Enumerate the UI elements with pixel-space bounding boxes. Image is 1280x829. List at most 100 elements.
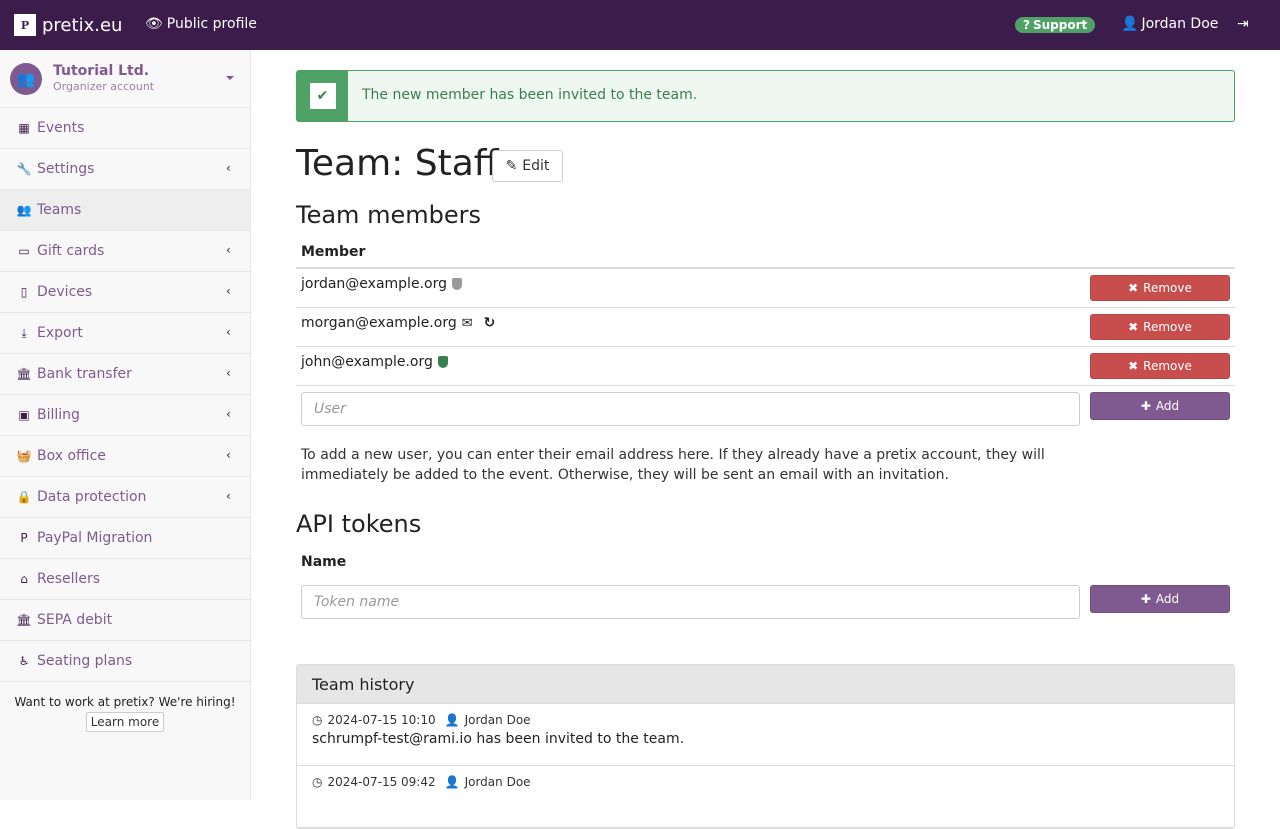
sidebar-item-export[interactable]: ⤓ Export ‹ xyxy=(0,313,250,354)
add-label: Add xyxy=(1155,592,1180,606)
times-icon: ✖ xyxy=(1128,320,1139,334)
history-user: Jordan Doe xyxy=(464,775,531,789)
sidebar-item-label: PayPal Migration xyxy=(37,530,153,546)
times-icon: ✖ xyxy=(1128,359,1139,373)
sidebar-item-resellers[interactable]: ⌂ Resellers xyxy=(0,559,250,600)
history-time: 2024-07-15 09:42 xyxy=(327,775,436,789)
member-row: jordan@example.org ✖ Remove xyxy=(296,269,1235,308)
sidebar-item-bank-transfer[interactable]: 🏛 Bank transfer ‹ xyxy=(0,354,250,395)
brand-link[interactable]: P pretix.eu xyxy=(14,14,122,36)
history-user: Jordan Doe xyxy=(464,713,531,727)
chevron-left-icon: ‹ xyxy=(226,407,231,421)
sidebar-item-sepa-debit[interactable]: 🏛 SEPA debit xyxy=(0,600,250,641)
public-profile-link[interactable]: 👁 Public profile xyxy=(145,16,257,32)
sidebar-item-events[interactable]: ▦ Events xyxy=(0,108,250,149)
history-entry: ◷ 2024-07-15 10:10 👤 Jordan Doe schrumpf-tes… xyxy=(297,704,1234,766)
member-email: john@example.org xyxy=(301,354,433,370)
sidebar-item-label: Bank transfer xyxy=(37,366,132,382)
sidebar-item-gift-cards[interactable]: ▭ Gift cards ‹ xyxy=(0,231,250,272)
bank-icon: 🏛 xyxy=(16,367,32,381)
history-list: ◷ 2024-07-15 10:10 👤 Jordan Doe schrumpf-tes… xyxy=(297,704,1234,828)
history-time: 2024-07-15 10:10 xyxy=(327,713,436,727)
check-icon: ✔ xyxy=(309,83,336,109)
times-icon: ✖ xyxy=(1128,281,1139,295)
clock-icon: ◷ xyxy=(312,775,323,789)
sidebar-item-box-office[interactable]: 🧺 Box office ‹ xyxy=(0,436,250,477)
organizer-name: Tutorial Ltd. xyxy=(53,63,150,79)
paypal-icon: P xyxy=(20,531,28,545)
bank-icon: 🏛 xyxy=(16,613,32,627)
team-members-heading: Team members xyxy=(296,201,481,229)
sidebar-item-paypal-migration[interactable]: P PayPal Migration xyxy=(0,518,250,559)
clock-icon: ◷ xyxy=(312,713,323,727)
member-email: morgan@example.org xyxy=(301,315,457,331)
history-text: schrumpf-test@rami.io has been invited t… xyxy=(312,731,685,747)
support-label: Support xyxy=(1032,18,1088,32)
sidebar-item-teams[interactable]: 👥 Teams xyxy=(0,190,250,231)
plus-icon: ✚ xyxy=(1140,592,1151,606)
user-input[interactable] xyxy=(301,392,1080,426)
resend-invite-icon[interactable]: ↻ xyxy=(484,315,496,331)
sidebar-item-data-protection[interactable]: 🔒 Data protection ‹ xyxy=(0,477,250,518)
sidebar-item-label: Export xyxy=(37,325,83,341)
chevron-left-icon: ‹ xyxy=(226,161,231,175)
top-navbar: P pretix.eu 👁 Public profile ? Support 👤… xyxy=(0,0,1280,50)
token-name-input[interactable] xyxy=(301,585,1080,619)
add-label: Add xyxy=(1155,399,1180,413)
chevron-left-icon: ‹ xyxy=(226,366,231,380)
remove-member-button[interactable]: ✖ Remove xyxy=(1090,275,1230,301)
remove-member-button[interactable]: ✖ Remove xyxy=(1090,314,1230,340)
edit-icon: ✎ xyxy=(505,158,518,174)
remove-label: Remove xyxy=(1143,320,1192,334)
sidebar-item-label: Seating plans xyxy=(37,653,133,669)
shield-icon xyxy=(451,278,462,290)
sidebar-item-label: Settings xyxy=(37,161,95,177)
remove-label: Remove xyxy=(1143,281,1192,295)
chevron-left-icon: ‹ xyxy=(226,284,231,298)
sidebar-item-seating-plans[interactable]: ♿ Seating plans xyxy=(0,641,250,682)
sidebar-item-label: Billing xyxy=(37,407,80,423)
users-icon: 👥 xyxy=(16,203,32,217)
sidebar-item-label: Data protection xyxy=(37,489,147,505)
member-email-cell: john@example.org xyxy=(301,354,448,370)
user-name: Jordan Doe xyxy=(1141,16,1219,32)
organizer-switcher[interactable]: 👥 Tutorial Ltd. Organizer account xyxy=(0,50,250,108)
sidebar-item-devices[interactable]: ▯ Devices ‹ xyxy=(0,272,250,313)
sidebar-item-billing[interactable]: ▣ Billing ‹ xyxy=(0,395,250,436)
chevron-left-icon: ‹ xyxy=(226,325,231,339)
history-meta: ◷ 2024-07-15 10:10 👤 Jordan Doe xyxy=(312,713,1219,727)
sidebar-item-settings[interactable]: 🔧 Settings ‹ xyxy=(0,149,250,190)
add-token-button[interactable]: ✚ Add xyxy=(1090,585,1230,613)
money-icon: ▣ xyxy=(18,408,30,422)
envelope-icon: ✉ xyxy=(461,315,473,331)
main-content: ✔ The new member has been invited to the… xyxy=(296,70,1235,829)
add-user-help-text: To add a new user, you can enter their e… xyxy=(301,447,1045,483)
learn-more-button[interactable]: Learn more xyxy=(85,712,165,732)
pretix-logo-icon: P xyxy=(14,14,36,36)
chevron-left-icon: ‹ xyxy=(226,243,231,257)
edit-team-button[interactable]: ✎ Edit xyxy=(492,150,563,182)
team-history-panel: Team history ◷ 2024-07-15 10:10 👤 Jordan Do… xyxy=(296,664,1235,829)
brand-name: pretix.eu xyxy=(42,14,123,36)
lock-icon: 🔒 xyxy=(16,490,32,504)
sidebar-item-label: Events xyxy=(37,120,85,136)
user-menu-link[interactable]: 👤 Jordan Doe xyxy=(1121,16,1218,32)
logout-button[interactable]: ⇥ xyxy=(1237,16,1249,32)
support-button[interactable]: ? Support xyxy=(1015,17,1096,33)
remove-member-button[interactable]: ✖ Remove xyxy=(1090,353,1230,379)
chevron-left-icon: ‹ xyxy=(226,489,231,503)
sidebar-item-label: Gift cards xyxy=(37,243,105,259)
caret-down-icon xyxy=(226,76,234,80)
team-history-heading: Team history xyxy=(297,665,1234,704)
basket-icon: 🧺 xyxy=(16,449,32,463)
remove-label: Remove xyxy=(1143,359,1192,373)
edit-label: Edit xyxy=(522,158,550,174)
alert-icon-container: ✔ xyxy=(297,71,348,121)
user-icon: 👤 xyxy=(1121,16,1139,32)
add-member-button[interactable]: ✚ Add xyxy=(1090,392,1230,420)
sidebar-item-label: SEPA debit xyxy=(37,612,113,628)
sidebar-item-label: Teams xyxy=(37,202,82,218)
organizer-avatar-icon: 👥 xyxy=(10,63,42,95)
calendar-icon: ▦ xyxy=(18,121,30,135)
chevron-left-icon: ‹ xyxy=(226,448,231,462)
